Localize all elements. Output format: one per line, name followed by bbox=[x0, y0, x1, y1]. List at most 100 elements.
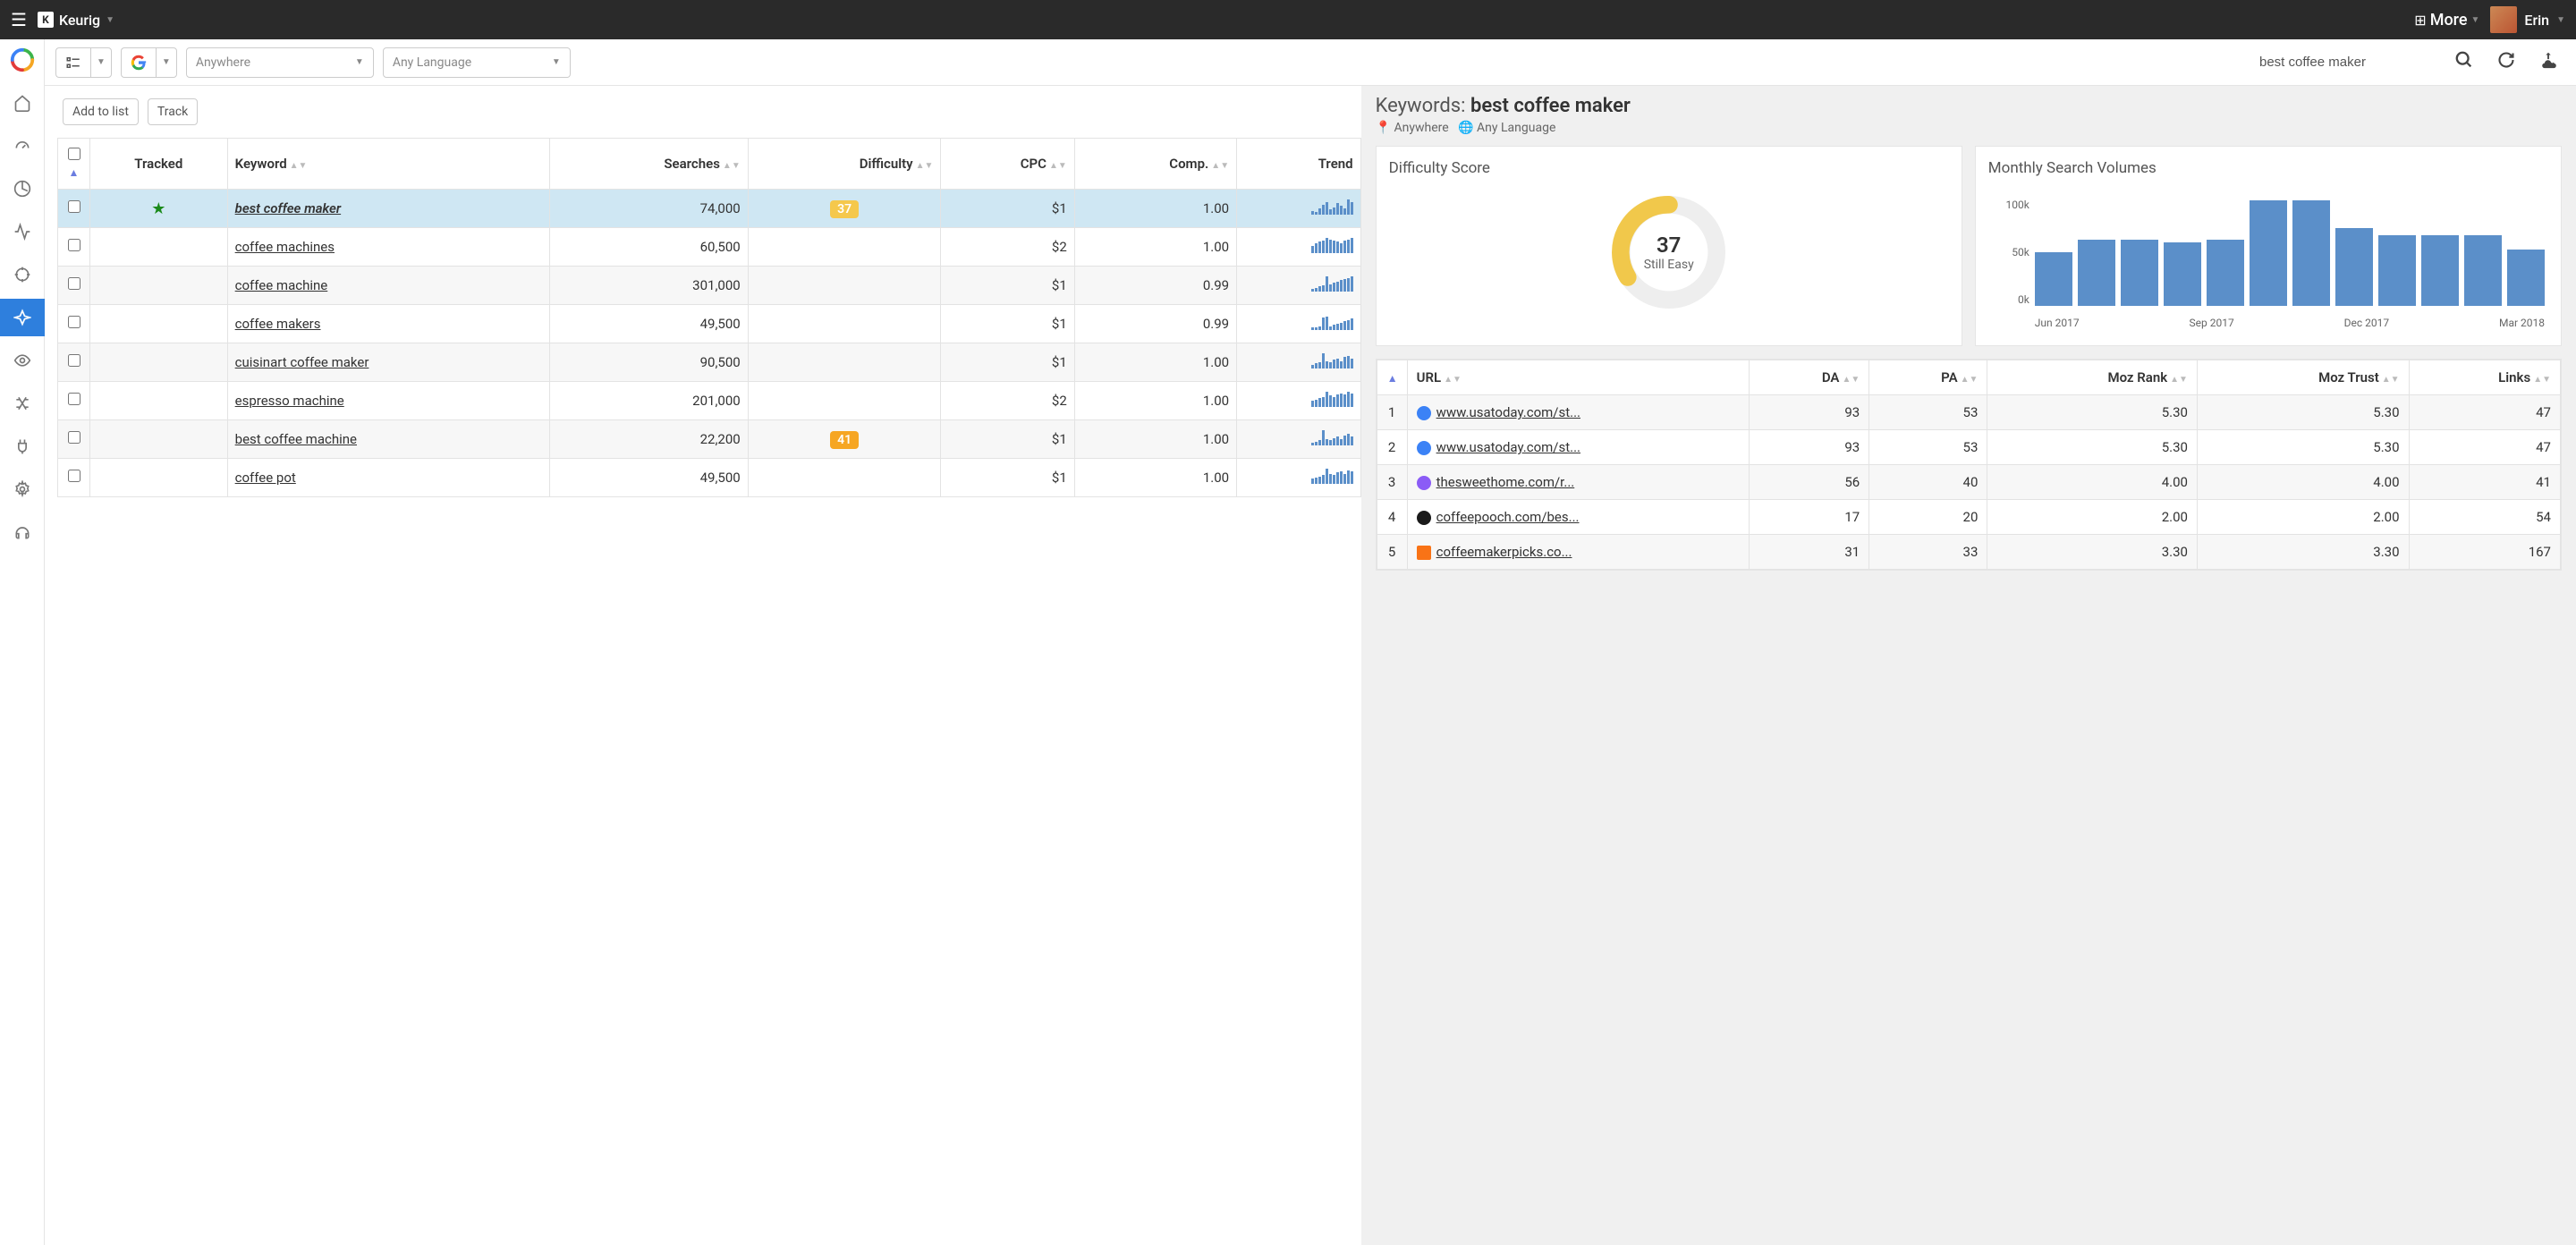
table-row[interactable]: espresso machine201,000$21.00 bbox=[58, 382, 1361, 420]
table-row[interactable]: 3thesweethome.com/r...56404.004.0041 bbox=[1377, 465, 2560, 500]
row-checkbox[interactable] bbox=[68, 470, 80, 482]
bar bbox=[2207, 240, 2244, 306]
language-dropdown[interactable]: Any Language▼ bbox=[383, 47, 571, 78]
col-searches[interactable]: Searches▲▼ bbox=[550, 139, 748, 190]
nav-home[interactable] bbox=[0, 84, 45, 122]
table-row[interactable]: best coffee machine22,20041$11.00 bbox=[58, 420, 1361, 459]
table-row[interactable]: 2www.usatoday.com/st...93535.305.3047 bbox=[1377, 430, 2560, 465]
mozrank-cell: 5.30 bbox=[1987, 395, 2198, 430]
nav-integrations[interactable] bbox=[0, 428, 45, 465]
col-moztrust[interactable]: Moz Trust▲▼ bbox=[2197, 360, 2409, 395]
track-button[interactable]: Track bbox=[148, 98, 198, 125]
bar bbox=[2250, 200, 2287, 306]
location-dropdown[interactable]: Anywhere▼ bbox=[186, 47, 374, 78]
table-row[interactable]: cuisinart coffee maker90,500$11.00 bbox=[58, 343, 1361, 382]
nav-support[interactable] bbox=[0, 513, 45, 551]
nav-visibility[interactable] bbox=[0, 342, 45, 379]
keyword-link[interactable]: coffee machines bbox=[235, 239, 335, 255]
xtick-label: Sep 2017 bbox=[2190, 317, 2234, 329]
export-icon[interactable] bbox=[2531, 50, 2565, 74]
col-mozrank[interactable]: Moz Rank▲▼ bbox=[1987, 360, 2198, 395]
cpc-cell: $1 bbox=[941, 343, 1074, 382]
col-keyword[interactable]: Keyword▲▼ bbox=[227, 139, 550, 190]
sort-icon: ▲▼ bbox=[2382, 375, 2400, 385]
table-row[interactable]: 1www.usatoday.com/st...93535.305.3047 bbox=[1377, 395, 2560, 430]
app-logo-icon bbox=[9, 47, 36, 73]
engine-button[interactable] bbox=[121, 47, 156, 78]
table-row[interactable]: ★best coffee maker74,00037$11.00 bbox=[58, 190, 1361, 228]
view-mode-dropdown[interactable]: ▼ bbox=[90, 47, 112, 78]
more-menu[interactable]: ⊞ More ▼ bbox=[2414, 11, 2479, 30]
user-menu[interactable]: Erin ▼ bbox=[2490, 6, 2565, 33]
row-checkbox[interactable] bbox=[68, 200, 80, 213]
url-link[interactable]: thesweethome.com/r... bbox=[1436, 474, 1575, 490]
rank-cell: 4 bbox=[1377, 500, 1407, 535]
col-pa[interactable]: PA▲▼ bbox=[1869, 360, 1987, 395]
table-row[interactable]: coffee machine301,000$10.99 bbox=[58, 267, 1361, 305]
difficulty-label: Still Easy bbox=[1644, 258, 1694, 272]
mozrank-cell: 5.30 bbox=[1987, 430, 2198, 465]
bar bbox=[2164, 242, 2201, 306]
xtick-label: Jun 2017 bbox=[2035, 317, 2080, 329]
brand-dropdown[interactable]: K Keurig ▼ bbox=[38, 12, 114, 29]
col-url[interactable]: URL▲▼ bbox=[1407, 360, 1749, 395]
trend-sparkline bbox=[1311, 314, 1353, 330]
row-checkbox[interactable] bbox=[68, 239, 80, 251]
table-row[interactable]: 4coffeepooch.com/bes...17202.002.0054 bbox=[1377, 500, 2560, 535]
col-links[interactable]: Links▲▼ bbox=[2409, 360, 2560, 395]
url-link[interactable]: www.usatoday.com/st... bbox=[1436, 404, 1580, 420]
difficulty-value: 37 bbox=[1657, 233, 1681, 258]
select-all-checkbox[interactable] bbox=[68, 148, 80, 160]
chevron-down-icon: ▼ bbox=[552, 57, 561, 67]
view-mode-button[interactable] bbox=[55, 47, 90, 78]
add-to-list-button[interactable]: Add to list bbox=[63, 98, 139, 125]
menu-icon[interactable]: ☰ bbox=[11, 9, 27, 30]
nav-dashboard[interactable] bbox=[0, 127, 45, 165]
row-checkbox[interactable] bbox=[68, 316, 80, 328]
row-checkbox[interactable] bbox=[68, 431, 80, 444]
keyword-link[interactable]: espresso machine bbox=[235, 393, 344, 409]
col-da[interactable]: DA▲▼ bbox=[1749, 360, 1869, 395]
nav-compare[interactable] bbox=[0, 385, 45, 422]
refresh-icon[interactable] bbox=[2490, 51, 2522, 73]
nav-settings[interactable] bbox=[0, 470, 45, 508]
col-difficulty[interactable]: Difficulty▲▼ bbox=[748, 139, 941, 190]
url-link[interactable]: www.usatoday.com/st... bbox=[1436, 439, 1580, 455]
mozrank-cell: 2.00 bbox=[1987, 500, 2198, 535]
row-checkbox[interactable] bbox=[68, 354, 80, 367]
keyword-link[interactable]: best coffee machine bbox=[235, 431, 357, 447]
engine-dropdown[interactable]: ▼ bbox=[156, 47, 177, 78]
col-trend[interactable]: Trend bbox=[1237, 139, 1361, 190]
col-cpc[interactable]: CPC▲▼ bbox=[941, 139, 1074, 190]
col-comp[interactable]: Comp.▲▼ bbox=[1074, 139, 1236, 190]
table-row[interactable]: coffee machines60,500$21.00 bbox=[58, 228, 1361, 267]
nav-activity[interactable] bbox=[0, 213, 45, 250]
keyword-link[interactable]: cuisinart coffee maker bbox=[235, 354, 369, 370]
difficulty-card: Difficulty Score 37Still Easy bbox=[1376, 146, 1962, 346]
search-icon[interactable] bbox=[2447, 50, 2481, 74]
pa-cell: 53 bbox=[1869, 395, 1987, 430]
nav-target[interactable] bbox=[0, 256, 45, 293]
search-input[interactable] bbox=[2259, 55, 2438, 70]
table-row[interactable]: coffee makers49,500$10.99 bbox=[58, 305, 1361, 343]
moztrust-cell: 4.00 bbox=[2197, 465, 2409, 500]
url-link[interactable]: coffeepooch.com/bes... bbox=[1436, 509, 1580, 525]
rank-cell: 5 bbox=[1377, 535, 1407, 570]
nav-research[interactable] bbox=[0, 299, 45, 336]
keyword-link[interactable]: coffee pot bbox=[235, 470, 296, 486]
keyword-link[interactable]: best coffee maker bbox=[235, 200, 341, 216]
keyword-link[interactable]: coffee makers bbox=[235, 316, 321, 332]
searches-cell: 74,000 bbox=[550, 190, 748, 228]
row-checkbox[interactable] bbox=[68, 393, 80, 405]
table-row[interactable]: coffee pot49,500$11.00 bbox=[58, 459, 1361, 497]
trend-sparkline bbox=[1311, 352, 1353, 368]
table-row[interactable]: 5coffeemakerpicks.co...31333.303.30167 bbox=[1377, 535, 2560, 570]
trend-sparkline bbox=[1311, 391, 1353, 407]
nav-reports[interactable] bbox=[0, 170, 45, 208]
sort-icon: ▲▼ bbox=[290, 161, 308, 171]
row-checkbox[interactable] bbox=[68, 277, 80, 290]
bar bbox=[2078, 240, 2115, 306]
col-tracked[interactable]: Tracked bbox=[90, 139, 228, 190]
keyword-link[interactable]: coffee machine bbox=[235, 277, 328, 293]
url-link[interactable]: coffeemakerpicks.co... bbox=[1436, 544, 1572, 560]
